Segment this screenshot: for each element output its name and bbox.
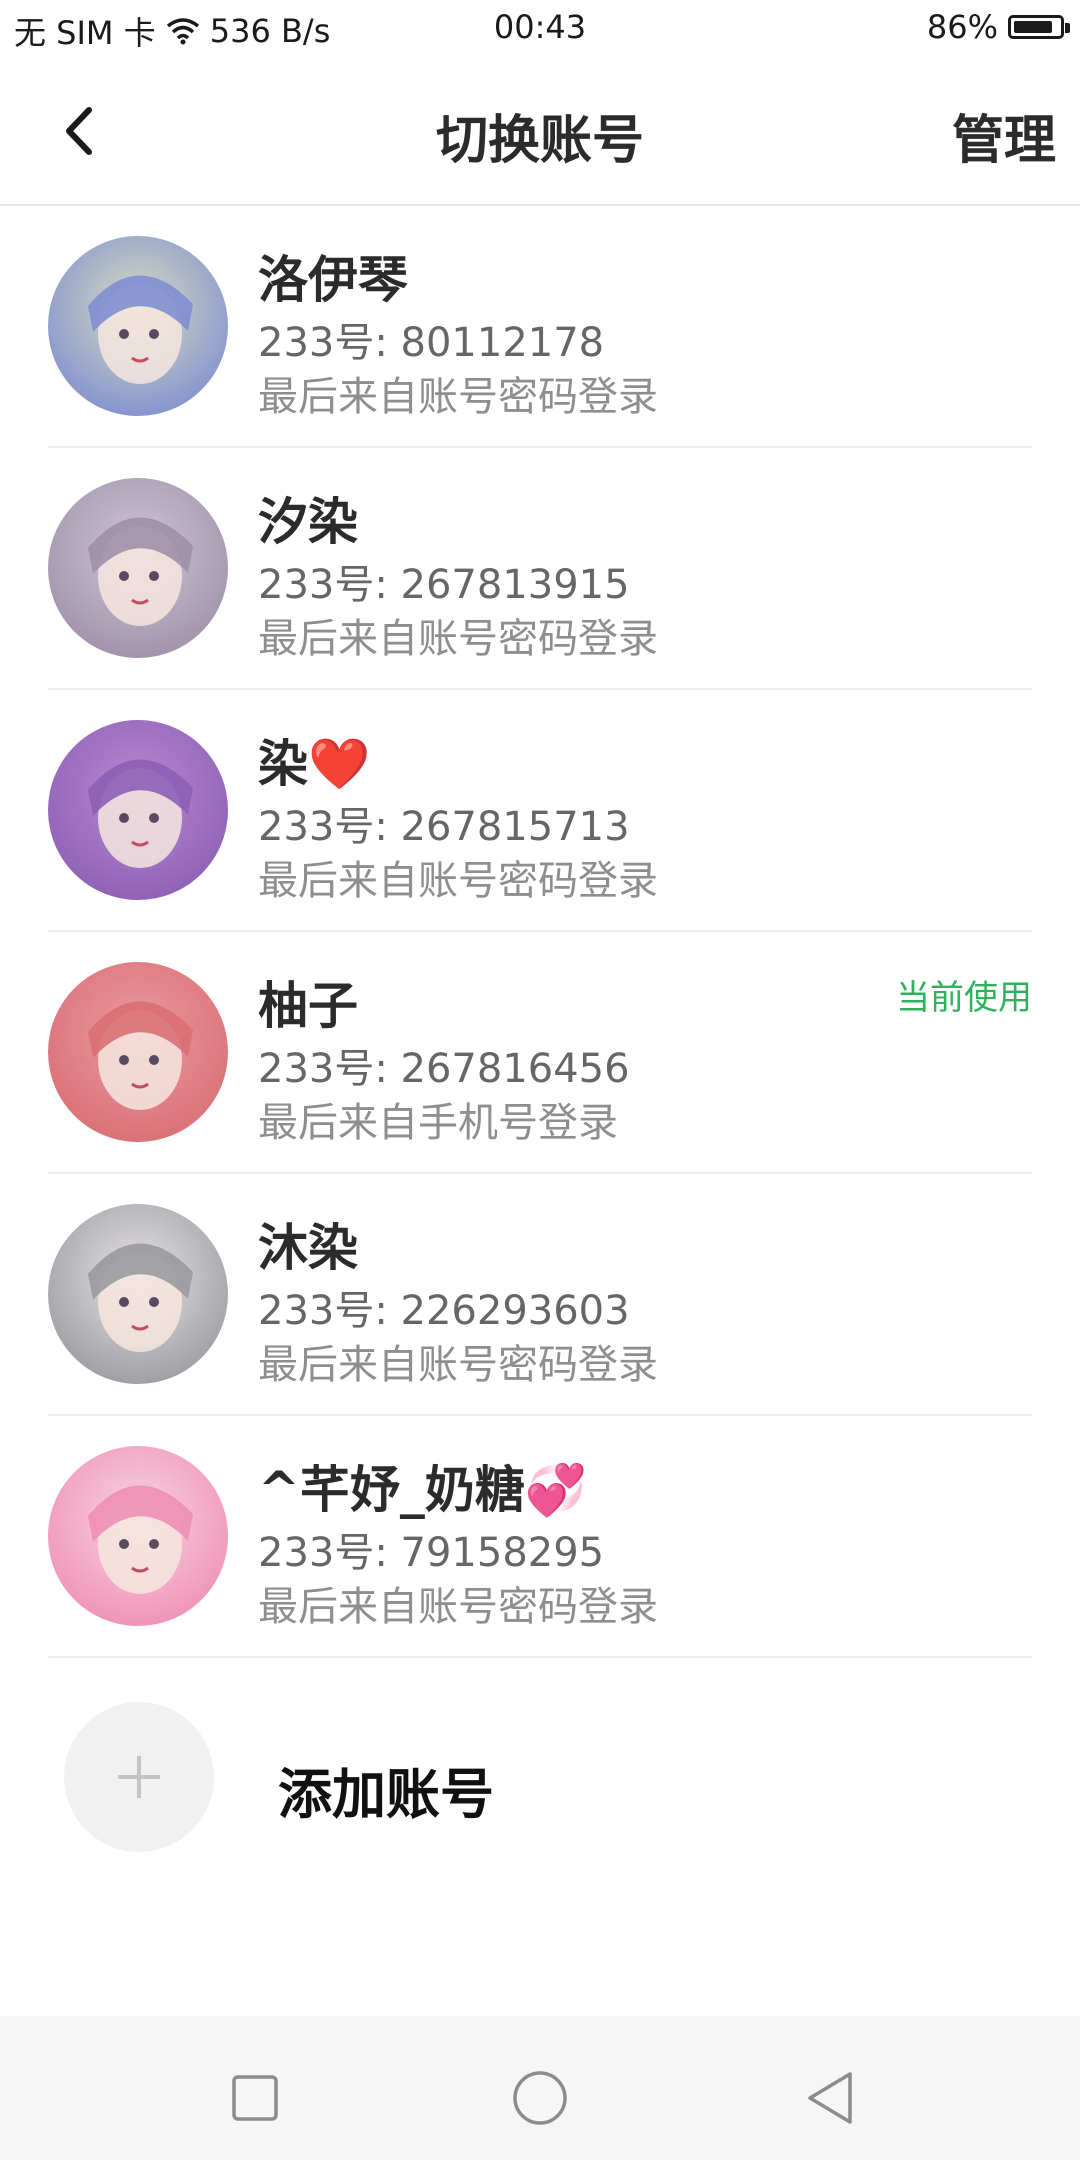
avatar <box>48 962 228 1142</box>
account-id: 233号: 267815713 <box>258 804 630 850</box>
battery-tip <box>1065 23 1070 33</box>
status-bar: 无 SIM 卡 536 B/s 00:43 86% <box>0 0 1080 56</box>
avatar-image <box>48 720 228 900</box>
current-account-badge: 当前使用 <box>896 978 1032 1018</box>
account-login-method: 最后来自手机号登录 <box>258 1100 618 1146</box>
home-icon <box>513 2071 567 2125</box>
account-name: ^芊妤_奶糖💞 <box>258 1461 588 1519</box>
avatar-image <box>48 236 228 416</box>
account-item[interactable]: 沐染 233号: 226293603 最后来自账号密码登录 <box>48 1174 1032 1416</box>
add-account-button[interactable]: 添加账号 <box>48 1690 1032 1870</box>
recent-apps-button[interactable] <box>215 2058 295 2138</box>
account-login-method: 最后来自账号密码登录 <box>258 1584 658 1630</box>
status-time: 00:43 <box>493 8 587 46</box>
battery-percent: 86% <box>926 8 998 46</box>
plus-icon <box>118 1756 160 1798</box>
back-nav-button[interactable] <box>790 2058 870 2138</box>
manage-button[interactable]: 管理 <box>952 98 1056 173</box>
avatar-image <box>48 1204 228 1384</box>
account-login-method: 最后来自账号密码登录 <box>258 1342 658 1388</box>
avatar <box>48 478 228 658</box>
account-list: 洛伊琴 233号: 80112178 最后来自账号密码登录 汐染 233号: 2… <box>0 206 1080 1658</box>
header: 切换账号 管理 <box>0 56 1080 206</box>
account-item[interactable]: ^芊妤_奶糖💞 233号: 79158295 最后来自账号密码登录 <box>48 1416 1032 1658</box>
avatar <box>48 1446 228 1626</box>
account-id: 233号: 267813915 <box>258 562 630 608</box>
battery-icon <box>1008 15 1070 39</box>
status-right: 86% <box>926 8 1070 46</box>
account-id: 233号: 80112178 <box>258 320 605 366</box>
account-item[interactable]: 洛伊琴 233号: 80112178 最后来自账号密码登录 <box>48 206 1032 448</box>
avatar <box>48 236 228 416</box>
account-item[interactable]: 柚子 233号: 267816456 最后来自手机号登录 当前使用 <box>48 932 1032 1174</box>
add-account-circle[interactable] <box>64 1702 214 1852</box>
account-item[interactable]: 汐染 233号: 267813915 最后来自账号密码登录 <box>48 448 1032 690</box>
account-name: 柚子 <box>258 977 358 1035</box>
page-title: 切换账号 <box>435 111 644 171</box>
avatar-image <box>48 962 228 1142</box>
account-login-method: 最后来自账号密码登录 <box>258 616 658 662</box>
account-item[interactable]: 染❤️ 233号: 267815713 最后来自账号密码登录 <box>48 690 1032 932</box>
avatar-image <box>48 478 228 658</box>
account-id: 233号: 267816456 <box>258 1046 630 1092</box>
account-login-method: 最后来自账号密码登录 <box>258 858 658 904</box>
account-name: 汐染 <box>258 493 358 551</box>
battery-fill <box>1014 21 1052 33</box>
add-account-label: 添加账号 <box>278 1763 494 1826</box>
navigation-bar <box>0 2016 1080 2160</box>
back-triangle-icon <box>808 2072 852 2124</box>
account-login-method: 最后来自账号密码登录 <box>258 374 658 420</box>
avatar-image <box>48 1446 228 1626</box>
recent-apps-icon <box>232 2075 278 2121</box>
account-name: 染❤️ <box>258 735 371 793</box>
account-name: 沐染 <box>258 1219 358 1277</box>
home-button[interactable] <box>500 2058 580 2138</box>
account-name: 洛伊琴 <box>258 251 408 309</box>
avatar <box>48 1204 228 1384</box>
account-id: 233号: 79158295 <box>258 1530 605 1576</box>
account-id: 233号: 226293603 <box>258 1288 630 1334</box>
avatar <box>48 720 228 900</box>
